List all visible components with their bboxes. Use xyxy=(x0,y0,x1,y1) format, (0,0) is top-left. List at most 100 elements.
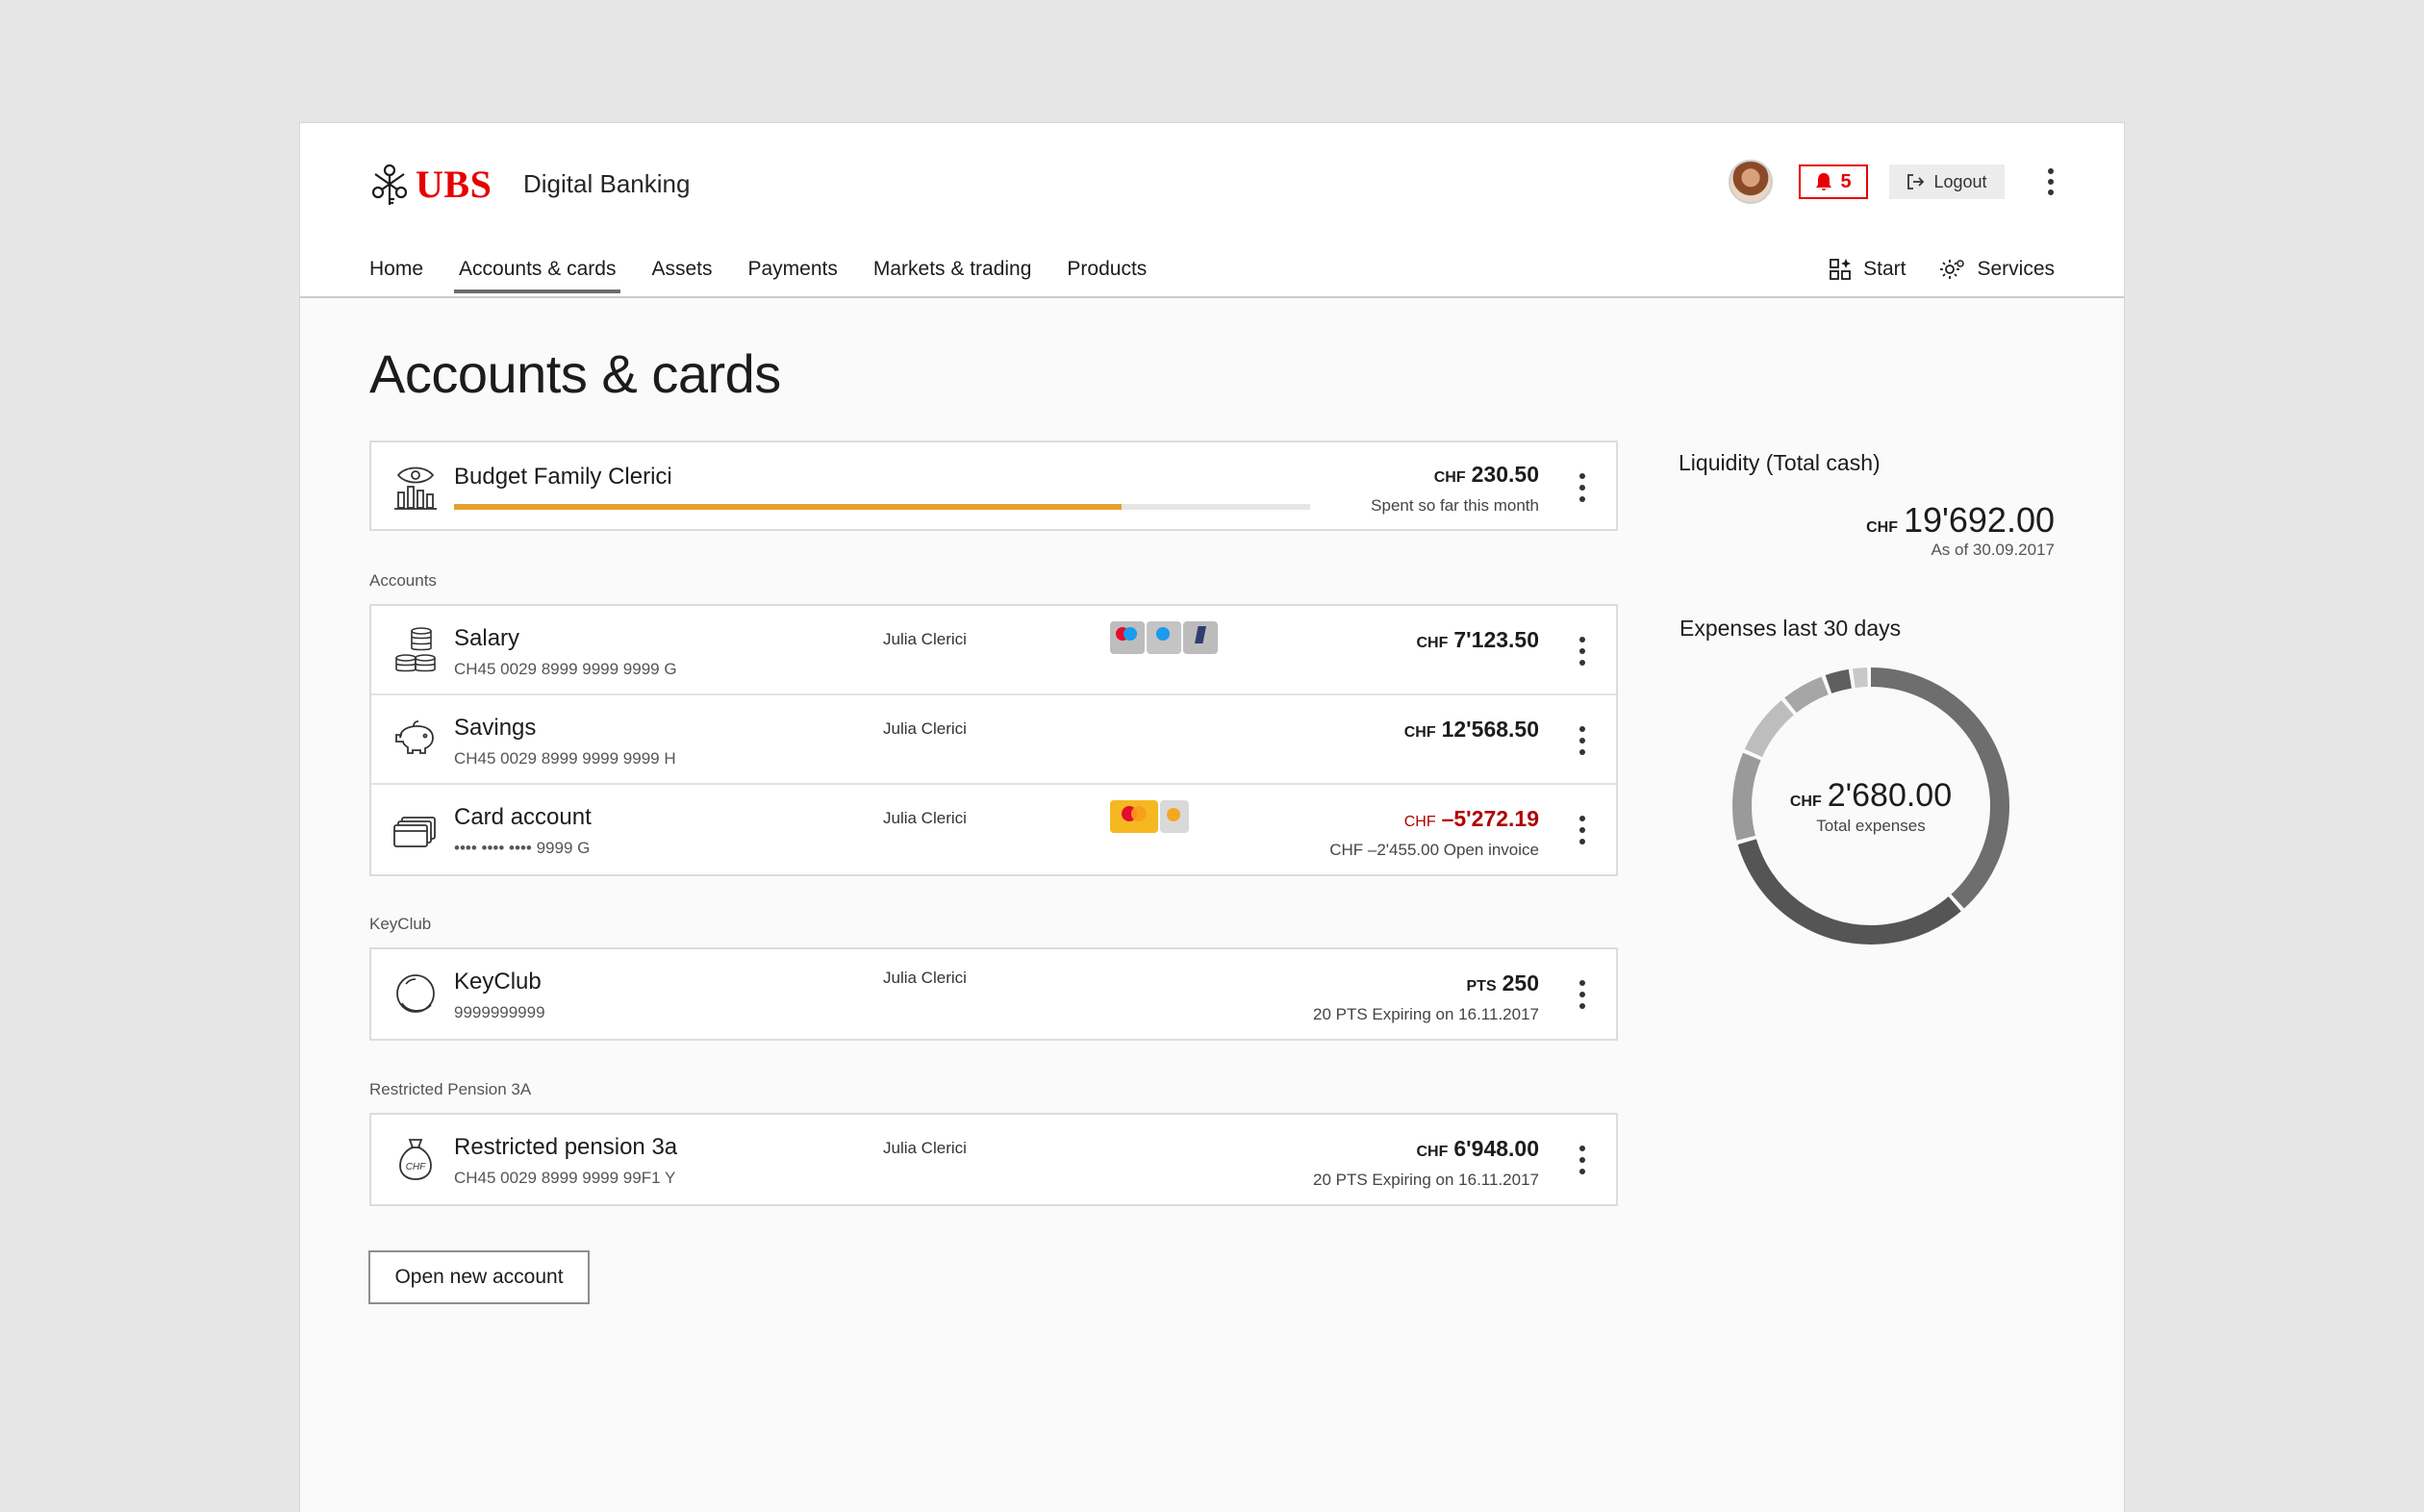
pension-owner: Julia Clerici xyxy=(883,1139,967,1157)
open-new-account-button[interactable]: Open new account xyxy=(368,1250,590,1304)
keyclub-card: KeyClub 9999999999 Julia Clerici PTS 250 … xyxy=(369,947,1618,1041)
linked-cards xyxy=(1110,621,1218,654)
pension-number: CH45 0029 8999 9999 99F1 Y xyxy=(454,1169,676,1187)
budget-card: Budget Family Clerici CHF 230.50 Spent so… xyxy=(369,441,1618,531)
account-name: Savings xyxy=(454,715,537,741)
prepaid-card-icon[interactable] xyxy=(1183,621,1218,654)
account-open-invoice: CHF –2'455.00 Open invoice xyxy=(1329,841,1539,859)
linked-cards xyxy=(1110,800,1189,833)
account-amount: 7'123.50 xyxy=(1453,627,1539,652)
account-amount: –5'272.19 xyxy=(1441,806,1539,831)
nav-products[interactable]: Products xyxy=(1067,258,1147,291)
ubs-logo[interactable]: UBS xyxy=(369,162,492,207)
more-menu-icon[interactable] xyxy=(2041,165,2060,198)
keyclub-name: KeyClub xyxy=(454,969,542,995)
account-number: CH45 0029 8999 9999 9999 H xyxy=(454,749,676,768)
nav-markets-trading[interactable]: Markets & trading xyxy=(873,258,1032,291)
services-gear-icon xyxy=(1940,260,1965,279)
page-title: Accounts & cards xyxy=(369,343,781,404)
logout-button[interactable]: Logout xyxy=(1889,164,2005,199)
nav-assets[interactable]: Assets xyxy=(651,258,712,291)
pension-currency: CHF xyxy=(1416,1144,1449,1160)
expenses-value: 2'680.00 xyxy=(1827,777,1953,814)
money-bag-icon: CHF xyxy=(399,1139,432,1180)
account-row-salary[interactable]: Salary CH45 0029 8999 9999 9999 G Julia … xyxy=(371,606,1616,695)
budget-eye-icon xyxy=(394,466,437,510)
account-owner: Julia Clerici xyxy=(883,719,967,738)
budget-amount-value: 230.50 xyxy=(1471,462,1539,487)
liquidity-as-of: As of 30.09.2017 xyxy=(1931,541,2055,559)
debit-card-icon[interactable] xyxy=(1147,621,1181,654)
keys-logo-icon xyxy=(371,164,408,205)
nav-home[interactable]: Home xyxy=(369,258,423,291)
budget-currency: CHF xyxy=(1433,469,1466,486)
piggy-bank-icon xyxy=(395,720,434,754)
pension-row[interactable]: CHF Restricted pension 3a CH45 0029 8999… xyxy=(371,1115,1616,1204)
account-row-card[interactable]: Card account •••• •••• •••• 9999 G Julia… xyxy=(371,785,1616,874)
keyclub-currency: PTS xyxy=(1466,978,1497,995)
maestro-card-icon[interactable] xyxy=(1110,621,1145,654)
budget-note: Spent so far this month xyxy=(1371,496,1539,515)
pension-name: Restricted pension 3a xyxy=(454,1134,678,1160)
nav-start[interactable]: Start xyxy=(1829,258,1906,281)
start-grid-icon xyxy=(1830,259,1852,280)
keyclub-points: PTS 250 xyxy=(1467,970,1540,996)
expenses-total-label: Total expenses xyxy=(1816,817,1926,835)
liquidity-amount: CHF 19'692.00 xyxy=(1866,500,2055,541)
budget-row[interactable]: Budget Family Clerici CHF 230.50 Spent so… xyxy=(371,442,1616,529)
mastercard-secondary-icon[interactable] xyxy=(1160,800,1189,833)
nav-services[interactable]: Services xyxy=(1940,258,2055,281)
logout-icon xyxy=(1907,174,1925,189)
keyclub-coin-icon xyxy=(396,974,435,1013)
logout-label: Logout xyxy=(1933,171,1987,191)
money-bag-label: CHF xyxy=(406,1162,426,1172)
nav-start-label: Start xyxy=(1863,258,1906,280)
account-number: •••• •••• •••• 9999 G xyxy=(454,839,591,857)
nav-services-label: Services xyxy=(1977,258,2055,280)
notifications-button[interactable]: 5 xyxy=(1799,164,1868,199)
pension-note: 20 PTS Expiring on 16.11.2017 xyxy=(1312,1171,1539,1189)
account-row-savings[interactable]: Savings CH45 0029 8999 9999 9999 H Julia… xyxy=(371,695,1616,785)
account-balance: CHF 12'568.50 xyxy=(1404,717,1539,743)
app-name: Digital Banking xyxy=(523,169,691,198)
account-amount: 12'568.50 xyxy=(1441,717,1539,742)
nav-payments[interactable]: Payments xyxy=(747,258,837,291)
notification-count: 5 xyxy=(1840,170,1852,192)
user-avatar[interactable] xyxy=(1729,160,1773,204)
coins-icon xyxy=(395,627,436,672)
keyclub-amount: 250 xyxy=(1502,970,1539,995)
budget-amount: CHF 230.50 xyxy=(1434,462,1539,488)
account-balance: CHF 7'123.50 xyxy=(1417,627,1540,653)
keyclub-owner: Julia Clerici xyxy=(883,969,967,987)
liquidity-currency: CHF xyxy=(1866,519,1898,536)
budget-more-icon[interactable] xyxy=(1576,469,1589,506)
expenses-total: CHF 2'680.00 Total expenses xyxy=(1727,777,2015,836)
keyclub-row[interactable]: KeyClub 9999999999 Julia Clerici PTS 250 … xyxy=(371,949,1616,1039)
account-more-icon[interactable] xyxy=(1576,633,1589,669)
pension-card: CHF Restricted pension 3a CH45 0029 8999… xyxy=(369,1113,1618,1206)
keyclub-number: 9999999999 xyxy=(454,1003,545,1021)
budget-name: Budget Family Clerici xyxy=(454,464,672,490)
section-accounts-label: Accounts xyxy=(369,571,437,590)
account-owner: Julia Clerici xyxy=(883,809,967,827)
account-number: CH45 0029 8999 9999 9999 G xyxy=(454,660,677,678)
pension-balance: CHF 6'948.00 xyxy=(1417,1136,1540,1162)
brand-name: UBS xyxy=(416,163,492,206)
account-balance: CHF –5'272.19 xyxy=(1404,806,1539,832)
keyclub-expiry: 20 PTS Expiring on 16.11.2017 xyxy=(1312,1005,1539,1023)
accounts-card: Salary CH45 0029 8999 9999 9999 G Julia … xyxy=(369,604,1618,876)
mastercard-icon[interactable] xyxy=(1110,800,1158,833)
account-more-icon[interactable] xyxy=(1576,722,1589,759)
section-pension-label: Restricted Pension 3A xyxy=(369,1080,532,1098)
nav-right: Start Services xyxy=(1829,258,2055,281)
account-more-icon[interactable] xyxy=(1576,812,1589,848)
nav-accounts-cards[interactable]: Accounts & cards xyxy=(454,258,621,293)
pension-more-icon[interactable] xyxy=(1576,1142,1589,1178)
keyclub-more-icon[interactable] xyxy=(1576,976,1589,1013)
section-keyclub-label: KeyClub xyxy=(369,915,432,933)
bell-icon xyxy=(1816,173,1832,190)
expenses-currency: CHF xyxy=(1789,794,1822,810)
budget-progress-bar xyxy=(454,504,1310,510)
liquidity-title: Liquidity (Total cash) xyxy=(1679,450,1881,475)
account-currency: CHF xyxy=(1416,635,1449,651)
